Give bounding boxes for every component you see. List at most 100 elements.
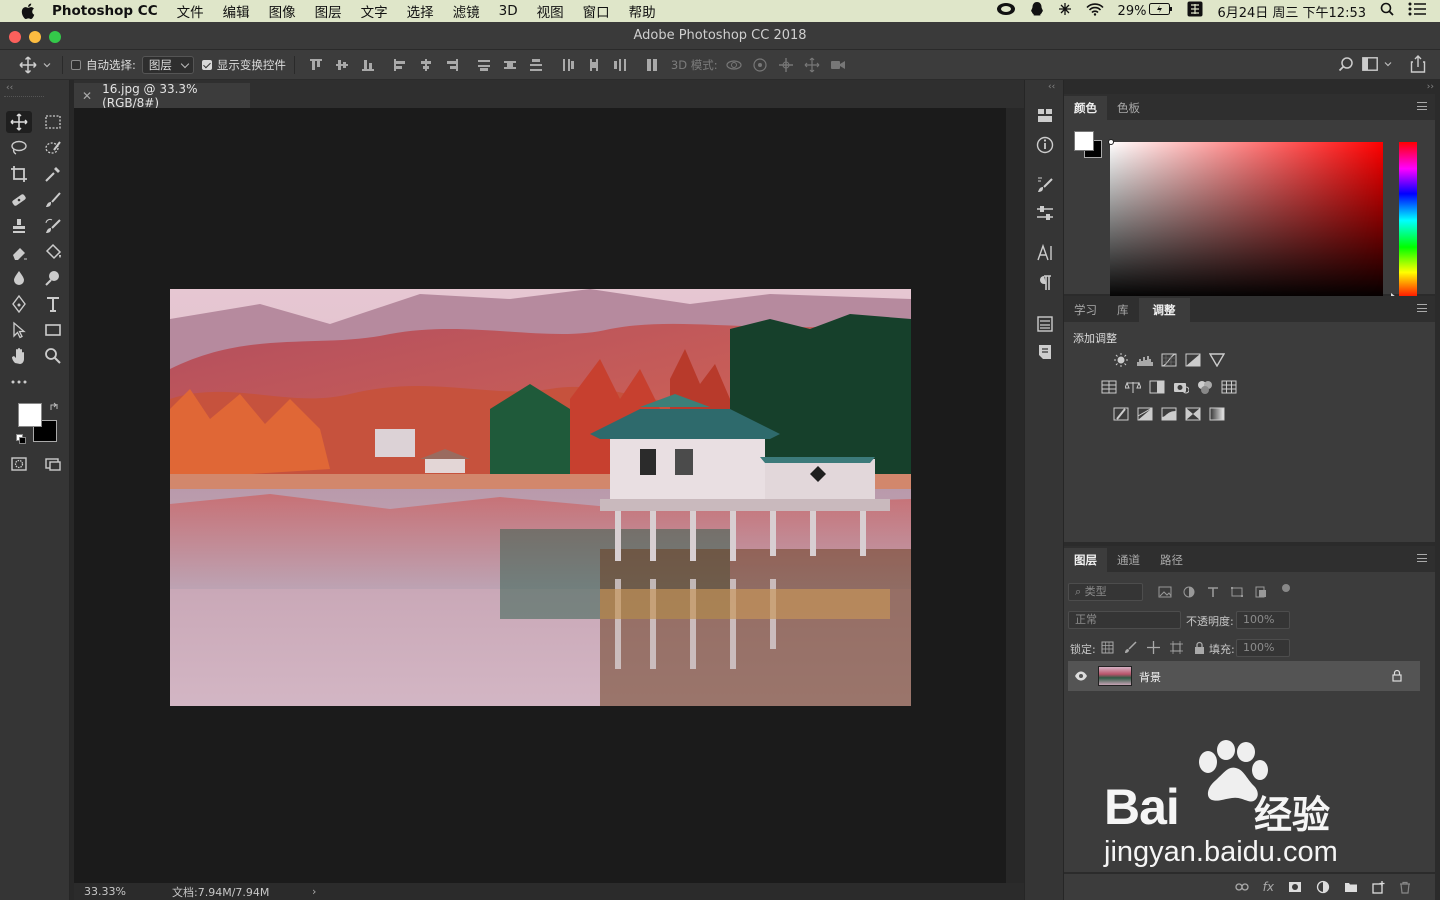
swap-colors-icon[interactable]: [49, 401, 59, 415]
window-close-button[interactable]: [9, 31, 21, 43]
3d-slide-icon[interactable]: [804, 57, 820, 73]
selective-color-icon[interactable]: [1185, 407, 1201, 421]
eye-visibility-icon[interactable]: [1074, 670, 1088, 682]
tab-channels[interactable]: 通道: [1107, 548, 1150, 572]
invert-icon[interactable]: [1113, 407, 1129, 421]
distribute-left-icon[interactable]: [561, 58, 575, 72]
new-group-folder-icon[interactable]: [1344, 881, 1358, 893]
workspace-switcher[interactable]: [1362, 57, 1392, 71]
tab-libraries[interactable]: 库: [1107, 298, 1139, 322]
filter-smart-object-icon[interactable]: [1254, 586, 1268, 598]
opacity-input[interactable]: 100%: [1236, 611, 1290, 629]
lasso-tool[interactable]: [6, 137, 32, 159]
brush-tool[interactable]: [40, 189, 66, 211]
zoom-level[interactable]: 33.33%: [84, 885, 164, 898]
curves-icon[interactable]: [1161, 353, 1177, 367]
layer-row-background[interactable]: 背景: [1068, 661, 1420, 691]
collapse-dock-icon[interactable]: ‹‹: [1048, 82, 1055, 92]
add-mask-icon[interactable]: [1288, 881, 1302, 893]
lock-position-icon[interactable]: [1147, 641, 1160, 654]
lock-image-pixels-icon[interactable]: [1124, 641, 1137, 654]
show-transform-checkbox[interactable]: 显示变换控件: [201, 57, 286, 73]
align-right-icon[interactable]: [445, 58, 459, 72]
window-zoom-button[interactable]: [49, 31, 61, 43]
fill-input[interactable]: 100%: [1236, 639, 1290, 657]
layer-filter-dropdown[interactable]: ⌕ 类型: [1068, 583, 1143, 601]
type-tool[interactable]: [40, 293, 66, 315]
filter-shape-icon[interactable]: [1230, 586, 1244, 598]
threshold-icon[interactable]: [1161, 407, 1177, 421]
layers-panel-menu-icon[interactable]: [1417, 554, 1427, 562]
marquee-tool[interactable]: [40, 111, 66, 133]
layer-comps-icon[interactable]: [1035, 314, 1055, 334]
photo-lake-pavilion[interactable]: [170, 289, 911, 706]
filter-adjustment-icon[interactable]: [1182, 586, 1196, 598]
adjustments-sliders-icon[interactable]: [1035, 203, 1055, 223]
document-tab[interactable]: ✕ 16.jpg @ 33.3%(RGB/8#): [74, 82, 250, 110]
gradient-map-icon[interactable]: [1209, 407, 1225, 421]
3d-pan-icon[interactable]: [778, 57, 794, 73]
info-panel-icon[interactable]: [1035, 135, 1055, 155]
exposure-icon[interactable]: [1185, 353, 1201, 367]
link-layers-icon[interactable]: [1235, 882, 1249, 892]
tab-color[interactable]: 颜色: [1064, 96, 1107, 120]
qq-icon[interactable]: [1030, 1, 1044, 21]
3d-scale-icon[interactable]: [830, 57, 846, 73]
wifi-icon[interactable]: [1085, 2, 1104, 20]
new-adjustment-layer-icon[interactable]: [1316, 880, 1330, 894]
blur-tool[interactable]: [6, 267, 32, 289]
align-left-icon[interactable]: [393, 58, 407, 72]
checkbox-show-transform[interactable]: [201, 59, 212, 70]
color-panel-menu-icon[interactable]: [1417, 102, 1427, 110]
delete-layer-trash-icon[interactable]: [1399, 881, 1411, 894]
search-icon[interactable]: [1338, 56, 1354, 75]
vibrance-icon[interactable]: [1209, 353, 1225, 367]
tab-learn[interactable]: 学习: [1064, 298, 1107, 322]
quick-mask-button[interactable]: [6, 453, 32, 475]
hand-tool[interactable]: [6, 345, 32, 367]
posterize-icon[interactable]: [1137, 407, 1153, 421]
menu-type[interactable]: 文字: [361, 1, 388, 21]
zoom-tool[interactable]: [40, 345, 66, 367]
layer-lock-icon[interactable]: [1392, 669, 1402, 682]
menu-file[interactable]: 文件: [177, 1, 204, 21]
photo-filter-icon[interactable]: [1173, 380, 1189, 394]
menu-edit[interactable]: 编辑: [223, 1, 250, 21]
paint-bucket-tool[interactable]: [40, 241, 66, 263]
share-icon[interactable]: [1410, 55, 1426, 76]
menu-image[interactable]: 图像: [269, 1, 296, 21]
auto-select-dropdown[interactable]: 图层: [141, 55, 194, 74]
properties-panel-icon[interactable]: [1035, 106, 1055, 126]
distribute-bottom-icon[interactable]: [529, 58, 543, 72]
edit-toolbar-button[interactable]: [6, 371, 32, 393]
color-picker-field[interactable]: [1110, 142, 1383, 299]
color-picker-cursor[interactable]: [1108, 139, 1114, 145]
tab-adjustments[interactable]: 调整: [1138, 298, 1190, 322]
menu-select[interactable]: 选择: [407, 1, 434, 21]
character-panel-icon[interactable]: [1035, 243, 1055, 263]
move-tool[interactable]: [6, 111, 32, 133]
canvas-area[interactable]: [74, 108, 1006, 883]
input-method-icon[interactable]: [1187, 1, 1203, 21]
quick-selection-tool[interactable]: [40, 137, 66, 159]
black-white-icon[interactable]: [1149, 380, 1165, 394]
menu-window[interactable]: 窗口: [583, 1, 610, 21]
healing-brush-tool[interactable]: [6, 189, 32, 211]
foreground-color-swatch[interactable]: [18, 403, 42, 427]
align-hcenter-icon[interactable]: [419, 58, 433, 72]
filter-pixel-icon[interactable]: [1158, 586, 1172, 598]
status-menu-arrow-icon[interactable]: ›: [312, 885, 316, 898]
distribute-vcenter-icon[interactable]: [503, 58, 517, 72]
close-tab-icon[interactable]: ✕: [82, 89, 92, 103]
wechat-icon[interactable]: [1058, 2, 1072, 20]
layer-name[interactable]: 背景: [1139, 669, 1161, 685]
new-layer-icon[interactable]: [1372, 880, 1385, 894]
align-bottom-icon[interactable]: [361, 58, 375, 72]
3d-roll-icon[interactable]: [752, 57, 768, 73]
path-selection-tool[interactable]: [6, 319, 32, 341]
color-lookup-icon[interactable]: [1221, 380, 1237, 394]
screen-mode-button[interactable]: [40, 453, 66, 475]
align-top-icon[interactable]: [309, 58, 323, 72]
distribute-hcenter-icon[interactable]: [587, 58, 601, 72]
creative-cloud-icon[interactable]: [996, 2, 1016, 20]
